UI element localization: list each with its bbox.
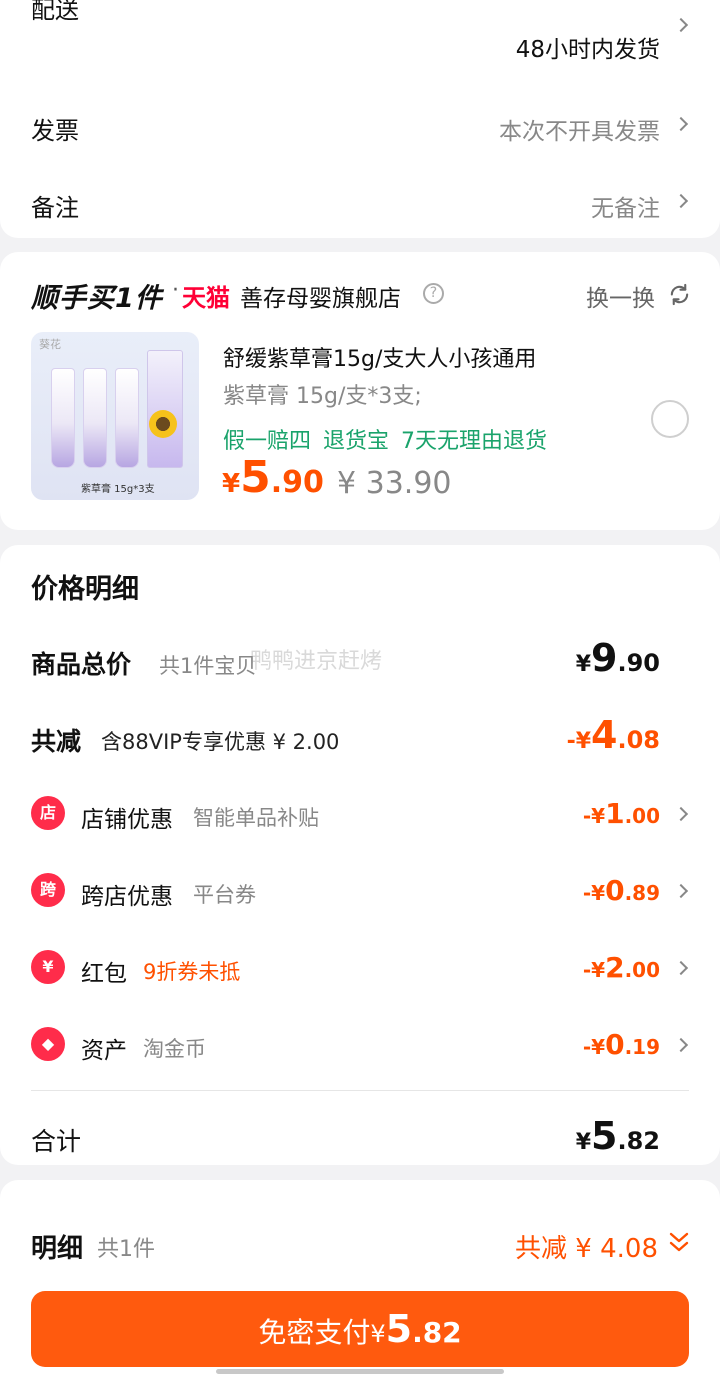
original-price: ¥ 33.90 bbox=[337, 466, 452, 501]
amount-decimal: .00 bbox=[624, 958, 660, 982]
amount-currency: ¥ bbox=[575, 652, 592, 677]
price-decimal: .90 bbox=[270, 465, 324, 500]
invoice-chevron-icon bbox=[673, 116, 689, 132]
cross-store-sub: 平台券 bbox=[193, 883, 256, 907]
cross-store-label[interactable]: 跨店优惠 bbox=[81, 877, 173, 911]
amount-integer: 4 bbox=[591, 713, 618, 757]
amount-decimal: .89 bbox=[624, 881, 660, 905]
amount-decimal: .08 bbox=[617, 726, 660, 754]
sunflower-graphic bbox=[149, 410, 177, 438]
promo-title: 顺手买1件 bbox=[31, 283, 163, 314]
double-chevron-down-icon[interactable] bbox=[668, 1230, 690, 1256]
amount-decimal: .82 bbox=[617, 1127, 660, 1155]
cross-store-amount[interactable]: -¥0.89 bbox=[583, 874, 660, 907]
note-value[interactable]: 无备注 bbox=[591, 189, 660, 223]
tag-item: 7天无理由退货 bbox=[401, 429, 548, 454]
image-brand: 葵花 bbox=[39, 338, 61, 351]
note-chevron-icon bbox=[673, 193, 689, 209]
product-spec[interactable]: 紫草膏 15g/支*3支; bbox=[223, 378, 422, 410]
summary-label[interactable]: 明细 bbox=[31, 1228, 83, 1265]
tag-icon: ◆ bbox=[31, 1027, 65, 1061]
discount-amount: -¥4.08 bbox=[567, 713, 660, 757]
amount-integer: 2 bbox=[605, 951, 625, 984]
summary-count: 共1件 bbox=[97, 1237, 155, 1262]
pay-text: 免密支付 bbox=[258, 1316, 371, 1349]
note-label: 备注 bbox=[31, 194, 79, 222]
delivery-chevron-icon bbox=[673, 17, 689, 33]
amount-currency: -¥ bbox=[582, 881, 606, 905]
image-caption: 紫草膏 15g*3支 bbox=[81, 484, 155, 495]
box-graphic bbox=[147, 350, 183, 468]
amount-currency: -¥ bbox=[566, 729, 592, 754]
shop-coupon-icon: 店 bbox=[31, 796, 65, 830]
order-options-card: 配送 48小时内发货 发票 本次不开具发票 备注 无备注 bbox=[0, 0, 720, 238]
amount-currency: -¥ bbox=[582, 1035, 606, 1059]
tube-graphic bbox=[115, 368, 139, 468]
discount-sub: 含88VIP专享优惠 ¥ 2.00 bbox=[101, 730, 340, 754]
amount-decimal: .00 bbox=[624, 804, 660, 828]
assets-amount[interactable]: -¥0.19 bbox=[583, 1028, 660, 1061]
amount-integer: 0 bbox=[605, 1028, 625, 1061]
summary-savings[interactable]: 共减 ¥ 4.08 bbox=[515, 1228, 658, 1265]
invoice-value[interactable]: 本次不开具发票 bbox=[499, 112, 660, 146]
red-packet-label[interactable]: 红包 bbox=[81, 954, 127, 988]
amount-currency: -¥ bbox=[582, 958, 606, 982]
goods-total-amount: ¥9.90 bbox=[576, 636, 660, 680]
red-packet-icon: ¥ bbox=[31, 950, 65, 984]
assets-sub: 淘金币 bbox=[143, 1037, 206, 1061]
tag-item: 退货宝 bbox=[323, 429, 390, 454]
red-packet-sub: 9折券未抵 bbox=[143, 960, 241, 984]
amount-currency: ¥ bbox=[575, 1130, 592, 1155]
select-radio[interactable] bbox=[651, 400, 689, 438]
invoice-label: 发票 bbox=[31, 117, 79, 145]
tube-graphic bbox=[51, 368, 75, 468]
refresh-icon[interactable] bbox=[668, 283, 691, 306]
amount-integer: 1 bbox=[605, 797, 625, 830]
pay-integer: 5 bbox=[385, 1307, 413, 1351]
sum-amount: ¥5.82 bbox=[576, 1114, 660, 1158]
cross-store-icon: 跨 bbox=[31, 873, 65, 907]
red-packet-amount[interactable]: -¥2.00 bbox=[583, 951, 660, 984]
shop-discount-sub: 智能单品补贴 bbox=[193, 806, 319, 830]
amount-integer: 9 bbox=[591, 636, 618, 680]
tube-graphic bbox=[83, 368, 107, 468]
delivery-value[interactable]: 48小时内发货 bbox=[516, 30, 660, 64]
tmall-logo: 天猫 bbox=[182, 284, 230, 312]
detail-title: 价格明细 bbox=[31, 574, 139, 605]
amount-integer: 5 bbox=[591, 1114, 618, 1158]
delivery-label: 配送 bbox=[31, 0, 79, 24]
amount-decimal: .19 bbox=[624, 1035, 660, 1059]
watermark: 鸭鸭进京赶烤 bbox=[250, 649, 383, 674]
price-currency: ¥ bbox=[222, 469, 241, 499]
amount-integer: 0 bbox=[605, 874, 625, 907]
pay-currency: ¥ bbox=[370, 1320, 386, 1348]
discount-label: 共减 bbox=[31, 727, 82, 756]
divider bbox=[31, 1090, 689, 1091]
goods-total-label: 商品总价 bbox=[31, 650, 132, 679]
amount-decimal: .90 bbox=[617, 649, 660, 677]
product-price: ¥5.90 bbox=[222, 452, 324, 503]
shop-name[interactable]: 善存母婴旗舰店 bbox=[240, 279, 401, 313]
product-image[interactable]: 葵花 紫草膏 15g*3支 bbox=[31, 332, 199, 500]
tag-item: 假一赔四 bbox=[223, 429, 312, 454]
shop-discount-label[interactable]: 店铺优惠 bbox=[81, 800, 173, 834]
pay-button[interactable]: 免密支付¥5.82 bbox=[31, 1291, 689, 1367]
shop-discount-amount[interactable]: -¥1.00 bbox=[583, 797, 660, 830]
pay-button-content: 免密支付¥5.82 bbox=[258, 1307, 462, 1351]
sum-label: 合计 bbox=[31, 1127, 82, 1156]
help-icon[interactable]: ? bbox=[423, 283, 444, 304]
goods-total-sub: 共1件宝贝 bbox=[159, 654, 257, 678]
swap-button[interactable]: 换一换 bbox=[586, 279, 655, 313]
pay-decimal: .82 bbox=[412, 1316, 462, 1349]
service-tags: 假一赔四 退货宝 7天无理由退货 bbox=[223, 423, 559, 455]
assets-label[interactable]: 资产 bbox=[81, 1031, 127, 1065]
amount-currency: -¥ bbox=[582, 804, 606, 828]
product-title[interactable]: 舒缓紫草膏15g/支大人小孩通用 bbox=[223, 341, 536, 373]
price-integer: 5 bbox=[240, 452, 271, 503]
home-indicator bbox=[216, 1369, 504, 1374]
promo-dot: · bbox=[172, 278, 179, 303]
